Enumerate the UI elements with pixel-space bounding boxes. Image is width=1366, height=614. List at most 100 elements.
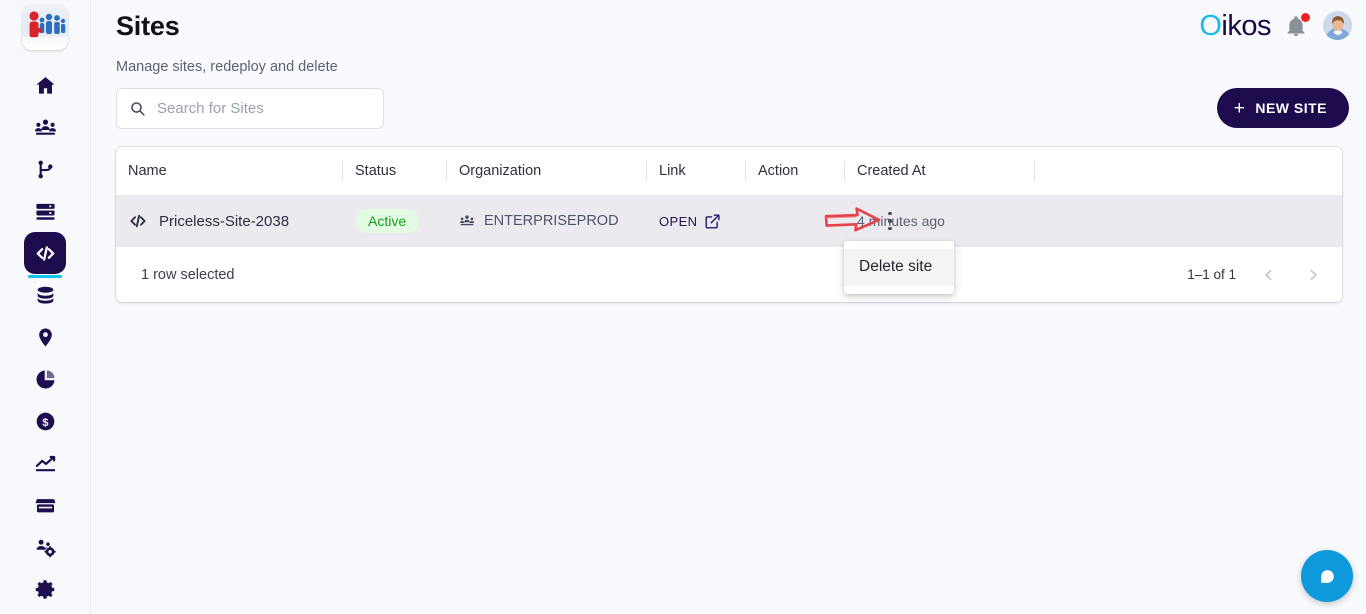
- code-brackets-icon: [36, 245, 54, 261]
- dollar-circle-icon: $: [36, 412, 54, 430]
- notification-badge-dot: [1301, 13, 1310, 22]
- sidebar: $: [0, 0, 91, 614]
- sidebar-item-reports[interactable]: [24, 358, 66, 400]
- organization-value: ENTERPRISEPROD: [459, 213, 619, 229]
- table-header-row: Name Status Organization Link Action Cre…: [116, 147, 1342, 195]
- sidebar-item-billing[interactable]: $: [24, 400, 66, 442]
- column-divider: [844, 161, 845, 181]
- pagination: 1–1 of 1: [1187, 264, 1324, 286]
- column-header-name[interactable]: Name: [128, 147, 342, 195]
- column-header-created-at[interactable]: Created At: [844, 147, 1034, 195]
- table-row[interactable]: Priceless-Site-2038 Active ENTERPRISEPRO…: [116, 195, 1342, 247]
- pagination-range: 1–1 of 1: [1187, 267, 1236, 282]
- trending-up-icon: [35, 455, 55, 471]
- home-icon: [35, 76, 55, 94]
- row-context-menu: Delete site: [844, 241, 954, 294]
- search-icon: [131, 102, 145, 116]
- new-site-button[interactable]: + NEW SITE: [1216, 88, 1349, 128]
- search-input[interactable]: [157, 100, 371, 117]
- sidebar-item-databases[interactable]: [24, 274, 66, 316]
- git-branch-icon: [38, 160, 52, 178]
- column-header-label: Name: [128, 163, 167, 179]
- status-badge: Active: [355, 209, 420, 233]
- cell-action: [745, 195, 844, 247]
- column-header-status[interactable]: Status: [342, 147, 446, 195]
- main-content: Sites Oikos Manage sites, redeploy and d…: [91, 0, 1366, 614]
- column-header-organization[interactable]: Organization: [446, 147, 646, 195]
- page-title: Sites: [116, 11, 180, 41]
- chevron-left-icon: [1265, 269, 1272, 280]
- sidebar-item-user-management[interactable]: [24, 526, 66, 568]
- sidebar-item-sites[interactable]: [24, 232, 66, 278]
- column-header-action[interactable]: Action: [745, 147, 844, 195]
- map-pin-icon: [38, 327, 52, 346]
- cell-organization: ENTERPRISEPROD: [446, 195, 646, 247]
- menu-item-delete-site[interactable]: Delete site: [844, 249, 954, 286]
- sites-table: Name Status Organization Link Action Cre…: [116, 147, 1342, 302]
- column-header-link[interactable]: Link: [646, 147, 745, 195]
- row-actions-kebab-menu[interactable]: [881, 208, 899, 234]
- code-brackets-icon: [130, 214, 146, 228]
- rows-selected-label: 1 row selected: [141, 266, 235, 283]
- column-header-label: Organization: [459, 163, 542, 179]
- created-at-value: 4 minutes ago: [857, 213, 945, 229]
- brand-rest-letters: ikos: [1221, 10, 1271, 42]
- sidebar-item-marketplace[interactable]: [24, 484, 66, 526]
- column-divider: [745, 161, 746, 181]
- kebab-dot: [888, 226, 892, 231]
- column-header-label: Link: [659, 163, 686, 179]
- table-footer: 1 row selected 1–1 of 1: [116, 247, 1342, 302]
- cell-status: Active: [342, 195, 446, 247]
- sidebar-item-teams[interactable]: [24, 106, 66, 148]
- avatar[interactable]: [1323, 11, 1352, 40]
- external-link-icon[interactable]: [704, 213, 721, 230]
- users-settings-icon: [35, 539, 56, 557]
- people-group-icon: [459, 215, 475, 226]
- cell-name: Priceless-Site-2038: [128, 195, 342, 247]
- server-stack-icon: [35, 203, 55, 220]
- next-page-button[interactable]: [1302, 264, 1324, 286]
- column-header-label: Created At: [857, 163, 926, 179]
- gear-icon: [35, 579, 54, 599]
- chevron-right-icon: [1310, 269, 1317, 280]
- site-name: Priceless-Site-2038: [159, 212, 290, 230]
- previous-page-button[interactable]: [1258, 264, 1280, 286]
- column-header-label: Action: [758, 163, 799, 179]
- new-site-label: NEW SITE: [1255, 100, 1327, 116]
- notifications-button[interactable]: [1284, 13, 1310, 40]
- sidebar-item-home[interactable]: [24, 64, 66, 106]
- column-header-end: [1034, 147, 1094, 195]
- database-icon: [37, 286, 53, 304]
- chat-bubble-icon: [1320, 569, 1334, 583]
- column-divider: [1034, 161, 1035, 181]
- column-divider: [646, 161, 647, 181]
- column-divider: [446, 161, 447, 181]
- sidebar-item-settings[interactable]: [24, 568, 66, 610]
- cell-link: OPEN: [646, 195, 745, 247]
- kebab-dot: [888, 219, 892, 223]
- brand-o-letter: O: [1199, 10, 1222, 42]
- sidebar-item-pipelines[interactable]: [24, 148, 66, 190]
- svg-text:$: $: [42, 416, 48, 428]
- open-link[interactable]: OPEN: [659, 214, 697, 229]
- sidebar-item-servers[interactable]: [24, 190, 66, 232]
- app-root: $ Sites Oikos Manage sites, redeploy and…: [0, 0, 1366, 614]
- plus-icon: +: [1233, 97, 1246, 119]
- search-box[interactable]: [116, 88, 384, 129]
- page-subtitle: Manage sites, redeploy and delete: [116, 59, 338, 75]
- sidebar-item-locations[interactable]: [24, 316, 66, 358]
- top-bar: Sites Oikos: [91, 0, 1366, 56]
- pie-chart-icon: [36, 369, 55, 388]
- app-logo[interactable]: [22, 4, 68, 50]
- sidebar-item-analytics[interactable]: [24, 442, 66, 484]
- sidebar-nav: $: [0, 64, 90, 610]
- column-header-label: Status: [355, 163, 397, 179]
- brand-wordmark: Oikos: [1199, 10, 1271, 43]
- kebab-dot: [888, 211, 892, 216]
- organization-name: ENTERPRISEPROD: [484, 213, 619, 229]
- people-group-icon: [34, 119, 56, 135]
- column-divider: [342, 161, 343, 181]
- cell-created-at: 4 minutes ago: [844, 195, 1034, 247]
- store-icon: [35, 498, 55, 512]
- chat-widget-button[interactable]: [1301, 550, 1353, 602]
